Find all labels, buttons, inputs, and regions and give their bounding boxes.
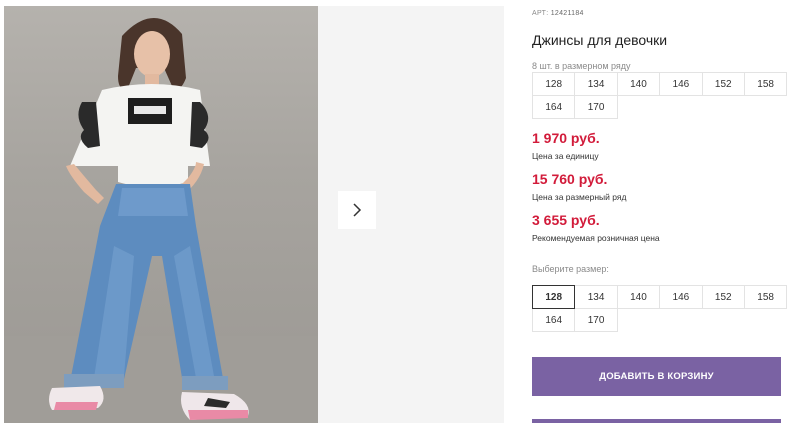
size-option[interactable]: 158: [743, 285, 788, 309]
unit-price-label: Цена за единицу: [532, 151, 599, 161]
retail-price-label: Рекомендуемая розничная цена: [532, 233, 660, 243]
article-code: АРТ: 12421184: [532, 10, 584, 17]
size-option[interactable]: 128: [532, 285, 576, 309]
size-option[interactable]: 170: [574, 308, 618, 332]
girl-in-jeans-image: [4, 17, 318, 423]
add-to-cart-button[interactable]: ДОБАВИТЬ В КОРЗИНУ: [532, 357, 781, 396]
size-option[interactable]: 152: [701, 285, 745, 309]
size-row-cell: 128: [532, 72, 576, 96]
size-option[interactable]: 146: [659, 285, 703, 309]
size-row-cell: 146: [659, 72, 703, 96]
product-photo[interactable]: [4, 6, 318, 423]
secondary-action-button[interactable]: [532, 419, 781, 423]
size-row-cell: 140: [616, 72, 661, 96]
size-option[interactable]: 134: [574, 285, 618, 309]
product-gallery: [4, 6, 504, 423]
article-number: 12421184: [550, 10, 584, 17]
product-title: Джинсы для девочки: [532, 32, 668, 48]
size-row-cell: 170: [574, 95, 618, 119]
size-row-cell: 164: [532, 95, 576, 119]
size-option[interactable]: 140: [616, 285, 661, 309]
article-label: АРТ:: [532, 10, 549, 17]
size-row-price: 15 760 руб.: [532, 171, 608, 187]
chevron-right-icon: [353, 203, 362, 217]
size-row-table: 128 134 140 146 152 158 164 170: [532, 72, 788, 119]
size-row-cell: 152: [701, 72, 745, 96]
choose-size-label: Выберите размер:: [532, 264, 609, 274]
retail-price: 3 655 руб.: [532, 212, 600, 228]
unit-price: 1 970 руб.: [532, 130, 600, 146]
next-slide-button[interactable]: [338, 191, 376, 229]
size-row-cell: 158: [743, 72, 788, 96]
size-selector: 128 134 140 146 152 158 164 170: [532, 285, 788, 332]
size-row-note: 8 шт. в размерном ряду: [532, 61, 631, 71]
size-row-cell: 134: [574, 72, 618, 96]
size-option[interactable]: 164: [532, 308, 576, 332]
size-row-price-label: Цена за размерный ряд: [532, 192, 627, 202]
